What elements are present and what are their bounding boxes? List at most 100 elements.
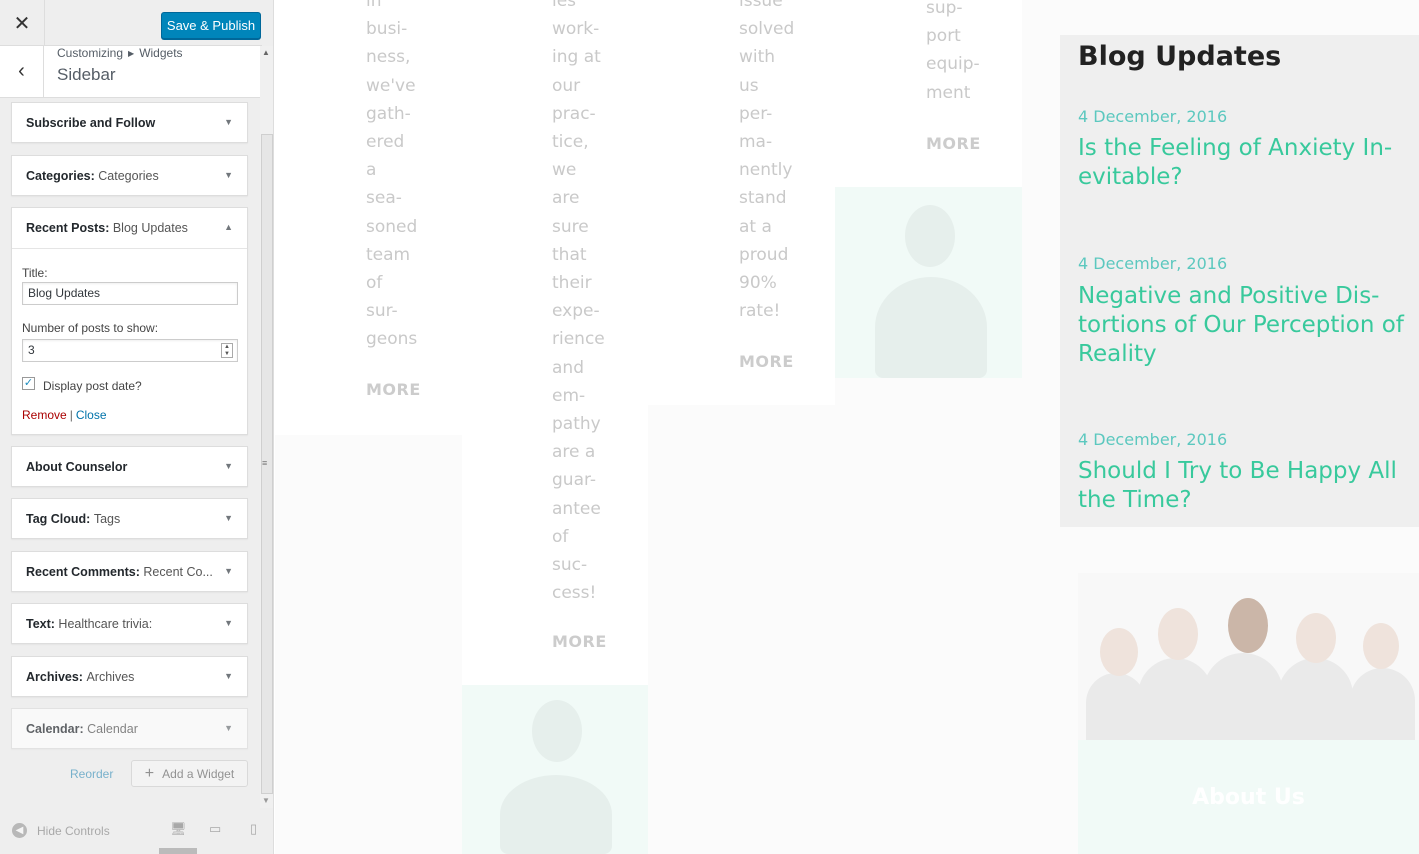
service-text-1: in busi- ness, we've gath- ered a sea- s… — [366, 0, 418, 350]
team-photo — [1078, 573, 1419, 743]
customizer-panel: ✕ Save & Publish ‹ Customizing ▶ Widgets S… — [0, 0, 274, 854]
more-link-1[interactable]: MORE — [366, 380, 421, 399]
save-publish-button[interactable]: Save & Publish — [161, 12, 261, 39]
nurse-body — [500, 775, 612, 854]
doctor-body — [875, 277, 987, 378]
widget-recent-comments[interactable]: Recent Comments: Recent Co... ▼ — [11, 551, 248, 592]
posts-count-input[interactable]: 3 ▲ ▼ — [22, 339, 238, 362]
link-separator: | — [69, 408, 73, 422]
nurse-photo — [462, 685, 648, 854]
expand-arrow-icon[interactable]: ▼ — [224, 618, 233, 628]
section-header: ‹ Customizing ▶ Widgets Sidebar — [0, 46, 260, 98]
widget-title: Subscribe and Follow — [26, 116, 156, 130]
remove-link[interactable]: Remove — [22, 408, 67, 422]
post-date-2: 4 December, 2016 — [1078, 254, 1228, 273]
breadcrumb-customizing: Customizing — [57, 46, 124, 60]
tablet-preview-icon[interactable]: ▭ — [209, 821, 221, 837]
widget-actions: Remove | Close — [22, 408, 107, 422]
post-title-3[interactable]: Should I Try to Be Happy All the Time? — [1078, 457, 1418, 515]
expand-arrow-icon[interactable]: ▼ — [224, 723, 233, 733]
widget-instance-title: Archives — [86, 670, 135, 684]
widget-archives[interactable]: Archives: Archives ▼ — [11, 656, 248, 697]
widget-title: About Counselor — [26, 460, 128, 474]
widget-title: Recent Comments: — [26, 565, 140, 579]
expand-arrow-icon[interactable]: ▼ — [224, 117, 233, 127]
widget-about-counselor[interactable]: About Counselor ▼ — [11, 446, 248, 487]
scroll-up-icon[interactable]: ▲ — [262, 48, 270, 57]
expand-arrow-icon[interactable]: ▼ — [224, 671, 233, 681]
widget-tag-cloud[interactable]: Tag Cloud: Tags ▼ — [11, 498, 248, 539]
add-widget-label: Add a Widget — [162, 766, 235, 781]
service-text-2: ies work- ing at our prac- tice, we are … — [552, 0, 605, 604]
active-device-indicator — [159, 848, 197, 854]
widget-text[interactable]: Text: Healthcare trivia: ▼ — [11, 603, 248, 644]
team-member-face — [1363, 623, 1399, 669]
post-title-2[interactable]: Negative and Positive Dis- tortions of O… — [1078, 282, 1418, 369]
hide-controls-label[interactable]: Hide Controls — [37, 824, 110, 838]
widget-instance-title: Tags — [93, 512, 121, 526]
reorder-link[interactable]: Reorder — [70, 767, 113, 781]
widget-subscribe-and-follow[interactable]: Subscribe and Follow ▼ — [11, 102, 248, 143]
back-icon[interactable]: ‹ — [0, 46, 44, 97]
about-us-label[interactable]: About Us — [1078, 785, 1419, 810]
hide-controls-icon[interactable]: ◀ — [12, 823, 27, 838]
more-link-2[interactable]: MORE — [552, 632, 607, 651]
scroll-down-icon[interactable]: ▼ — [262, 796, 270, 805]
widget-title: Archives: — [26, 670, 83, 684]
breadcrumb-widgets: Widgets — [139, 46, 183, 60]
widget-title: Tag Cloud: — [26, 512, 91, 526]
expand-arrow-icon[interactable]: ▼ — [224, 513, 233, 523]
title-field-label: Title: — [22, 266, 48, 280]
post-date-3: 4 December, 2016 — [1078, 430, 1228, 449]
widget-instance-title: Healthcare trivia: — [58, 617, 153, 631]
expand-arrow-icon[interactable]: ▼ — [224, 170, 233, 180]
nurse-head — [532, 700, 582, 762]
widget-title: Calendar: — [26, 722, 84, 736]
team-member — [1278, 658, 1353, 743]
expand-arrow-icon[interactable]: ▼ — [224, 566, 233, 576]
widget-categories[interactable]: Categories: Categories ▼ — [11, 155, 248, 196]
breadcrumb: Customizing ▶ Widgets — [57, 46, 183, 60]
add-widget-button[interactable]: + Add a Widget — [131, 760, 248, 787]
team-member-face — [1228, 598, 1268, 653]
team-member — [1203, 653, 1283, 743]
widget-title: Recent Posts: — [26, 221, 110, 235]
mobile-preview-icon[interactable]: ▯ — [250, 821, 257, 837]
close-link[interactable]: Close — [76, 408, 107, 422]
team-member — [1350, 668, 1415, 743]
team-member-face — [1100, 628, 1138, 676]
team-member — [1138, 658, 1213, 743]
service-text-3: issue solved with us per- ma- nently sta… — [739, 0, 795, 322]
section-title: Sidebar — [57, 65, 116, 84]
service-text-4: sup- port equip- ment — [926, 0, 980, 103]
posts-count-label: Number of posts to show: — [22, 321, 159, 335]
widget-calendar[interactable]: Calendar: Calendar ▼ — [11, 708, 248, 749]
more-link-4[interactable]: MORE — [926, 134, 981, 153]
plus-icon: + — [144, 764, 155, 782]
team-member-face — [1296, 613, 1336, 663]
post-title-1[interactable]: Is the Feeling of Anxiety In- evitable? — [1078, 134, 1418, 192]
expand-arrow-icon[interactable]: ▼ — [224, 461, 233, 471]
team-member-face — [1158, 608, 1198, 660]
display-date-checkbox[interactable]: ✓ — [22, 377, 35, 390]
widget-title: Text: — [26, 617, 55, 631]
spinner-icon[interactable]: ▲ ▼ — [221, 343, 233, 358]
display-date-label: Display post date? — [43, 379, 142, 393]
widget-instance-title: Calendar — [87, 722, 138, 736]
more-link-3[interactable]: MORE — [739, 352, 794, 371]
desktop-preview-icon[interactable]: 🖥 — [170, 821, 187, 837]
widget-recent-posts-header[interactable]: Recent Posts: Blog Updates ▲ — [12, 208, 247, 249]
customizer-header: ✕ Save & Publish — [0, 0, 262, 46]
widget-recent-posts: Recent Posts: Blog Updates ▲ Title: Blog… — [11, 207, 248, 435]
blog-updates-widget: Blog Updates 4 December, 2016 Is the Fee… — [1060, 35, 1419, 527]
widget-instance-title: Categories — [98, 169, 159, 183]
title-input[interactable]: Blog Updates — [22, 282, 238, 305]
widget-title: Categories: — [26, 169, 95, 183]
about-us-box: About Us — [1078, 740, 1419, 854]
widget-instance-title: Recent Co... — [143, 565, 213, 579]
breadcrumb-separator-icon: ▶ — [128, 49, 135, 58]
customizer-footer: ◀ Hide Controls 🖥 ▭ ▯ — [0, 808, 273, 854]
doctor-photo — [835, 187, 1022, 378]
close-icon[interactable]: ✕ — [0, 0, 45, 46]
collapse-arrow-icon[interactable]: ▲ — [224, 222, 233, 232]
